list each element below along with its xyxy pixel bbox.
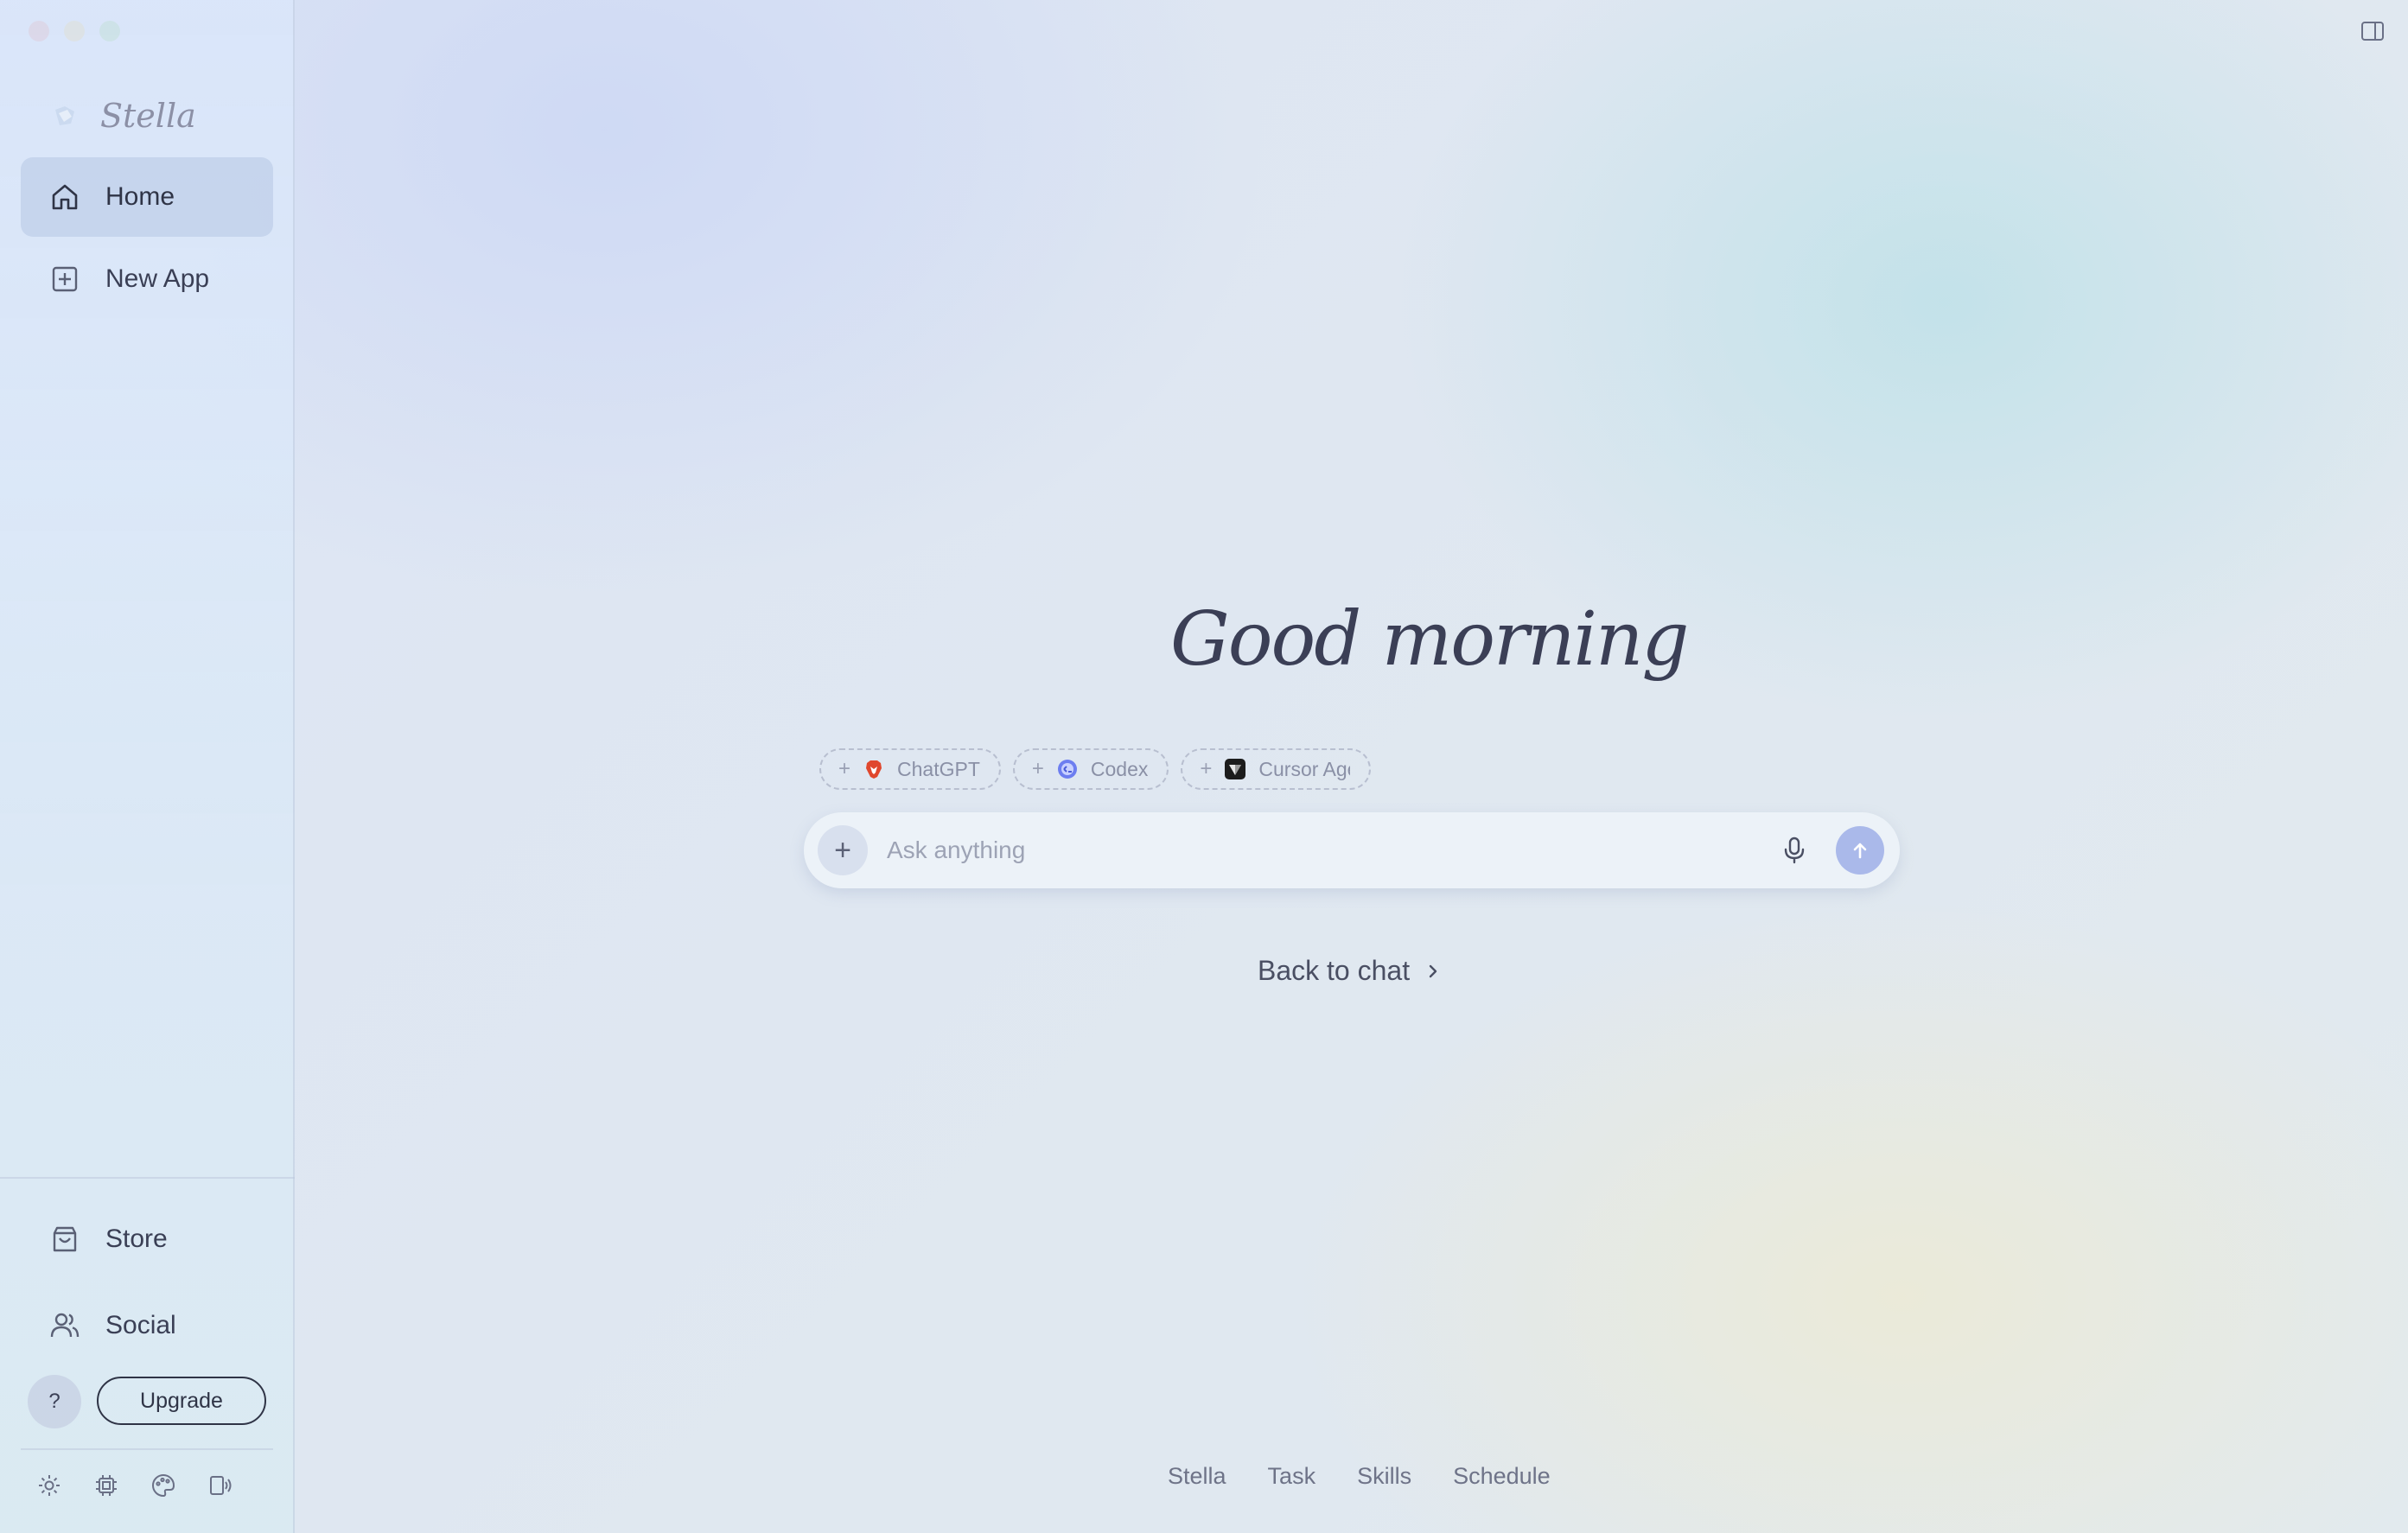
sidebar-item-label: Home [105, 182, 175, 211]
send-button[interactable] [1836, 826, 1884, 875]
users-icon [50, 1313, 80, 1338]
codex-globe-icon [1057, 760, 1077, 779]
brand-name: Stella [100, 97, 196, 135]
brand: Stella [50, 97, 196, 135]
plus-icon: + [1200, 757, 1213, 780]
sidebar-item-social[interactable]: Social [21, 1286, 273, 1365]
tab-task[interactable]: Task [1268, 1463, 1316, 1490]
gear-icon [39, 1475, 60, 1496]
sidebar-item-new-app[interactable]: New App [21, 239, 273, 319]
chip-label: Cursor Ager [1258, 757, 1350, 780]
plus-square-icon [52, 266, 78, 292]
plus-icon: + [1031, 757, 1044, 780]
sidebar-item-label: Store [105, 1224, 168, 1253]
microphone-icon[interactable] [1779, 835, 1810, 866]
plus-icon: + [838, 757, 851, 780]
chip-icon [96, 1475, 117, 1496]
sidebar-divider [0, 1177, 295, 1179]
sidebar-item-home[interactable]: Home [21, 157, 273, 237]
home-icon [52, 184, 78, 210]
palette-icon [152, 1473, 175, 1498]
device-audio-icon [210, 1476, 232, 1495]
chip-codex[interactable]: + Codex [1012, 748, 1169, 790]
ask-input[interactable] [887, 824, 1779, 876]
sidebar-divider [21, 1448, 273, 1450]
sidebar: Stella Home New App Store Social ? Upgra… [0, 0, 295, 1533]
chip-chatgpt[interactable]: + ChatGPT [819, 748, 1001, 790]
tab-stella[interactable]: Stella [1168, 1463, 1226, 1490]
app-chips: + ChatGPT + Codex + Cursor Ager [819, 748, 1372, 790]
theme-button[interactable] [150, 1473, 176, 1498]
device-audio-button[interactable] [207, 1473, 233, 1498]
back-to-chat-link[interactable]: Back to chat [1258, 955, 1441, 987]
settings-button[interactable] [36, 1473, 62, 1498]
tab-schedule[interactable]: Schedule [1453, 1463, 1551, 1490]
tab-skills[interactable]: Skills [1357, 1463, 1411, 1490]
upgrade-button[interactable]: Upgrade [97, 1377, 266, 1425]
chat-composer: + [804, 812, 1900, 888]
chip-label: ChatGPT [897, 757, 980, 780]
brave-lion-icon [866, 760, 882, 779]
sidebar-tools [36, 1473, 233, 1498]
help-button[interactable]: ? [28, 1375, 81, 1428]
chevron-right-icon [1429, 964, 1437, 977]
chip-button[interactable] [93, 1473, 119, 1498]
stella-logo-icon [55, 106, 74, 125]
chip-label: Codex [1090, 757, 1149, 780]
panel-toggle-icon[interactable] [2360, 19, 2386, 43]
chip-cursor-agent[interactable]: + Cursor Ager [1181, 748, 1372, 790]
add-attachment-button[interactable]: + [818, 825, 868, 875]
sidebar-item-label: Social [105, 1311, 176, 1339]
cursor-cube-icon [1225, 759, 1246, 779]
greeting-title: Good morning [1170, 596, 1689, 683]
arrow-up-icon [1853, 843, 1867, 859]
shopping-bag-icon [53, 1226, 77, 1252]
sidebar-item-label: New App [105, 264, 210, 293]
bottom-tabs: Stella Task Skills Schedule [1168, 1463, 1551, 1490]
back-to-chat-label: Back to chat [1258, 955, 1411, 986]
sidebar-item-store[interactable]: Store [21, 1199, 273, 1279]
